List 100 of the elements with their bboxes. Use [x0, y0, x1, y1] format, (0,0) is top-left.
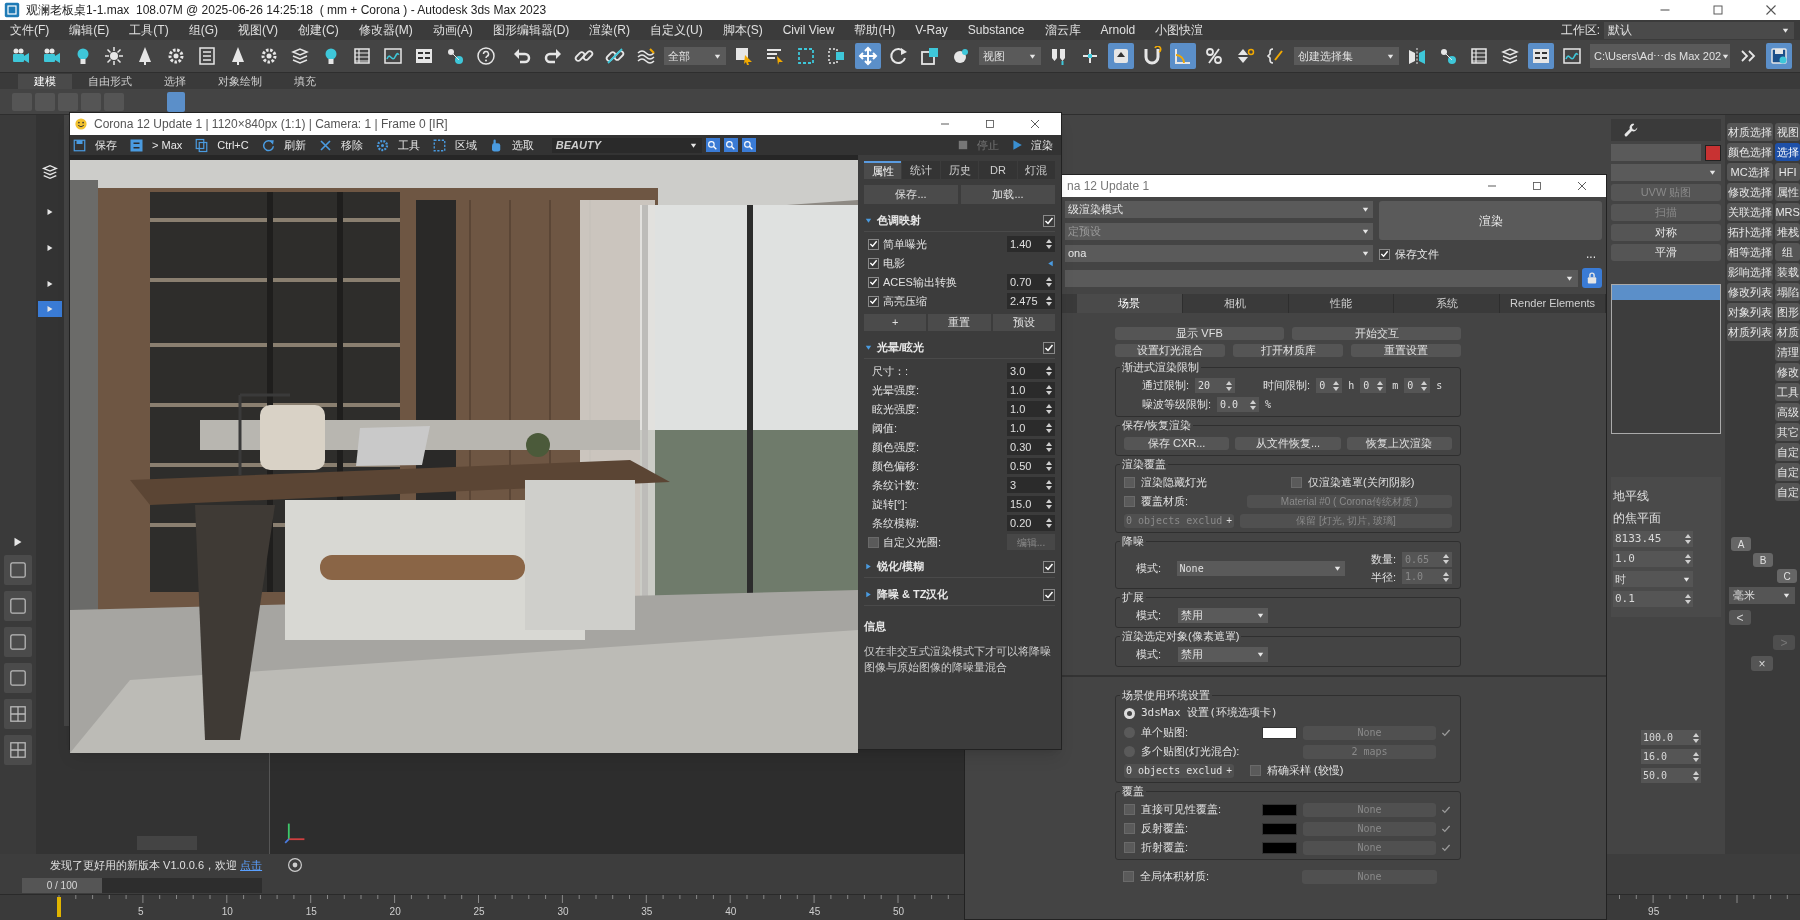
- checkbox[interactable]: [868, 257, 879, 269]
- menu-item[interactable]: 编辑(E): [59, 21, 120, 39]
- expand-icon[interactable]: [45, 243, 55, 253]
- table-icon[interactable]: [1469, 46, 1489, 66]
- spinner-field[interactable]: 0.30: [1007, 439, 1055, 455]
- spinner-arrows-icon[interactable]: [1685, 593, 1691, 605]
- four-viewport-icon[interactable]: [9, 741, 27, 759]
- checkbox[interactable]: [1124, 842, 1135, 853]
- color-swatch[interactable]: [1262, 803, 1297, 816]
- curve-editor-icon[interactable]: [1562, 46, 1582, 66]
- checkbox[interactable]: [1250, 765, 1261, 776]
- render-button[interactable]: 渲染: [1011, 136, 1059, 154]
- view-button[interactable]: A: [1731, 537, 1751, 551]
- panel-tab[interactable]: DR: [979, 161, 1017, 179]
- spinner-field[interactable]: 8133.45: [1613, 531, 1693, 547]
- settings-button[interactable]: 从文件恢复...: [1235, 437, 1341, 450]
- spinner-arrows-icon[interactable]: [1046, 441, 1052, 453]
- checkbox[interactable]: [868, 295, 879, 307]
- menu-item[interactable]: 图形编辑器(D): [482, 21, 580, 39]
- checkbox[interactable]: [1124, 823, 1135, 834]
- expand-icon[interactable]: [45, 207, 55, 217]
- view-button[interactable]: B: [1753, 553, 1773, 567]
- tool-button[interactable]: 视图: [1775, 123, 1800, 141]
- toolbar-button[interactable]: 刷新: [260, 136, 316, 154]
- ribbon-tab[interactable]: 对象绘制: [202, 74, 278, 89]
- camera-icon[interactable]: [11, 46, 31, 66]
- color-swatch[interactable]: [1262, 726, 1297, 739]
- parameter-dropdown[interactable]: 时: [1613, 571, 1693, 587]
- tool-button[interactable]: 颜色选择: [1727, 143, 1774, 161]
- menu-item[interactable]: 小图快渲: [1145, 21, 1214, 39]
- menu-item[interactable]: 溜云库: [1034, 21, 1091, 39]
- tool-button[interactable]: 自定: [1775, 463, 1800, 481]
- panels-icon[interactable]: [414, 46, 434, 66]
- more-button[interactable]: ...: [1586, 245, 1602, 263]
- maximize-icon[interactable]: [1530, 179, 1544, 193]
- checkbox[interactable]: [1043, 560, 1055, 573]
- workspace-dropdown[interactable]: 默认: [1604, 21, 1794, 39]
- tool-button[interactable]: MC选择: [1727, 163, 1774, 181]
- spinner-field[interactable]: 0.50: [1007, 458, 1055, 474]
- checkbox[interactable]: [1379, 248, 1390, 260]
- spinner-arrows-icon[interactable]: [1250, 398, 1257, 411]
- panel-tab[interactable]: 统计: [902, 161, 940, 179]
- panels-icon[interactable]: [1531, 46, 1551, 66]
- checkbox[interactable]: [1124, 804, 1135, 815]
- checkbox[interactable]: [1043, 341, 1055, 354]
- align-icon[interactable]: [1438, 46, 1458, 66]
- spinner-arrows-icon[interactable]: [1046, 460, 1052, 472]
- settings-button[interactable]: 显示 VFB: [1115, 327, 1284, 340]
- list-icon[interactable]: [197, 46, 217, 66]
- menu-item[interactable]: 文件(F): [0, 21, 60, 39]
- rollout-title[interactable]: 光晕/眩光: [877, 339, 1039, 356]
- spinner-arrows-icon[interactable]: [1046, 276, 1052, 288]
- settings-button[interactable]: 恢复上次渲染: [1346, 437, 1452, 450]
- toolbar-button[interactable]: 选取: [488, 136, 544, 154]
- tool-button[interactable]: 关联选择: [1727, 203, 1774, 221]
- toolbar-button[interactable]: Ctrl+C: [194, 136, 259, 154]
- wrench-icon[interactable]: [1623, 122, 1639, 138]
- checkbox[interactable]: [868, 238, 879, 250]
- ribbon-tab[interactable]: 建模: [18, 74, 72, 89]
- spinner-arrows-icon[interactable]: [1693, 769, 1699, 782]
- checkbox[interactable]: [868, 276, 879, 288]
- spinner-arrows-icon[interactable]: [1046, 384, 1052, 396]
- settings-button[interactable]: 设置灯光混合: [1115, 344, 1225, 357]
- file-button[interactable]: 保存...: [864, 185, 958, 204]
- settings-button[interactable]: 打开材质库: [1233, 344, 1343, 357]
- tool-button[interactable]: 拓扑选择: [1727, 223, 1774, 241]
- expand-icon[interactable]: [45, 279, 55, 289]
- previous-button[interactable]: <: [1729, 610, 1751, 625]
- viewport-layout-icon[interactable]: [9, 597, 27, 615]
- time-slider-thumb[interactable]: 0 / 100: [22, 877, 102, 893]
- menu-item[interactable]: 组(G): [178, 21, 228, 39]
- spinner-arrows-icon[interactable]: [1046, 479, 1052, 491]
- spinner-field[interactable]: 0.0: [1217, 397, 1260, 412]
- checkbox[interactable]: [1123, 871, 1134, 882]
- tool-button[interactable]: 选择: [1775, 143, 1800, 161]
- viewport-layout-icon[interactable]: [9, 633, 27, 651]
- tool-button[interactable]: 堆栈: [1775, 223, 1800, 241]
- modifier-button[interactable]: 平滑: [1611, 244, 1721, 261]
- spinner-field[interactable]: 2.475: [1007, 293, 1055, 309]
- region-select-icon[interactable]: [796, 46, 816, 66]
- preset-button[interactable]: 重置: [928, 314, 991, 331]
- view-button[interactable]: C: [1777, 569, 1797, 583]
- checkbox[interactable]: [1124, 477, 1135, 488]
- spinner-arrows-icon[interactable]: [1693, 731, 1699, 744]
- lock-icon[interactable]: [1585, 271, 1599, 285]
- select-by-name-icon[interactable]: [765, 46, 785, 66]
- spinner-field[interactable]: 50.0: [1641, 768, 1701, 783]
- tool-button[interactable]: 对象列表: [1727, 303, 1774, 321]
- color-swatch[interactable]: [1262, 841, 1297, 854]
- spinner-arrows-icon[interactable]: [1685, 553, 1691, 565]
- menu-item[interactable]: 脚本(S): [712, 21, 773, 39]
- move-icon[interactable]: [858, 46, 878, 66]
- layers-icon[interactable]: [1500, 46, 1520, 66]
- menu-item[interactable]: 修改器(M): [348, 21, 423, 39]
- spinner-field[interactable]: 0.20: [1007, 515, 1055, 531]
- tool-button[interactable]: 属性: [1775, 183, 1800, 201]
- toolbar-button[interactable]: 保存: [72, 136, 127, 154]
- ribbon-button[interactable]: [167, 91, 185, 112]
- menu-item[interactable]: Civil View: [772, 21, 845, 39]
- add-button[interactable]: +: [1226, 513, 1232, 528]
